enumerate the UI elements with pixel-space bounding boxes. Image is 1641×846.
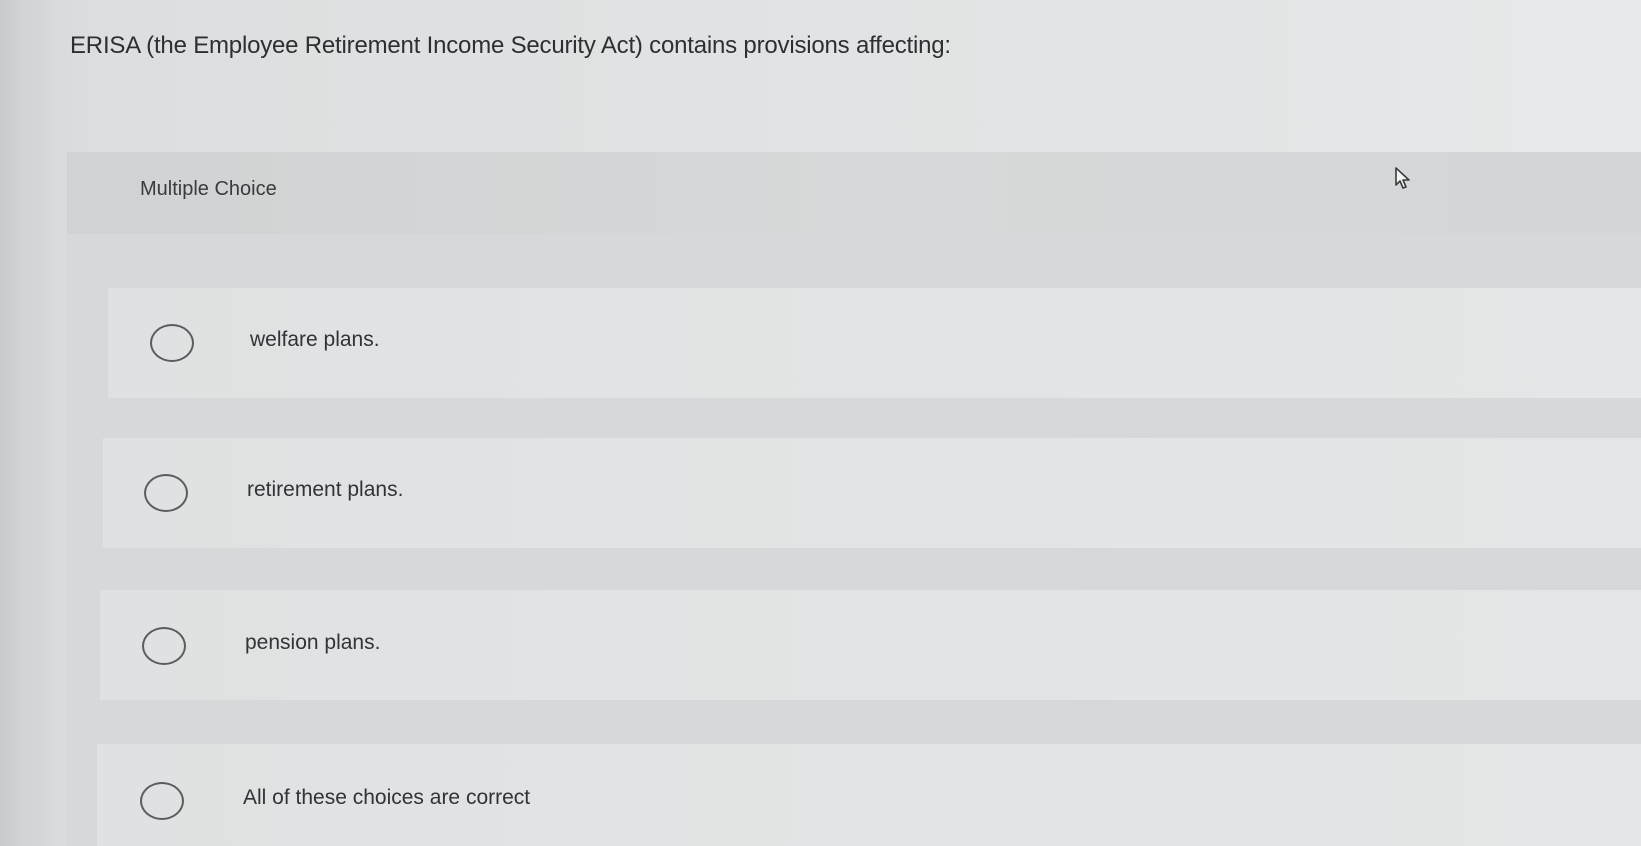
mouse-pointer-icon (1395, 167, 1410, 189)
answer-option-label[interactable]: pension plans. (245, 631, 380, 655)
answer-panel-header (67, 152, 1641, 234)
radio-unselected-icon[interactable] (140, 782, 184, 820)
radio-unselected-icon[interactable] (142, 627, 186, 665)
background-shadow (0, 0, 60, 846)
radio-unselected-icon[interactable] (150, 324, 194, 362)
radio-unselected-icon[interactable] (144, 474, 188, 512)
question-type-label: Multiple Choice (140, 178, 277, 200)
question-text: ERISA (the Employee Retirement Income Se… (70, 32, 951, 59)
answer-option-label[interactable]: All of these choices are correct (243, 786, 530, 810)
answer-option-label[interactable]: welfare plans. (250, 328, 380, 352)
answer-option-label[interactable]: retirement plans. (247, 478, 403, 502)
